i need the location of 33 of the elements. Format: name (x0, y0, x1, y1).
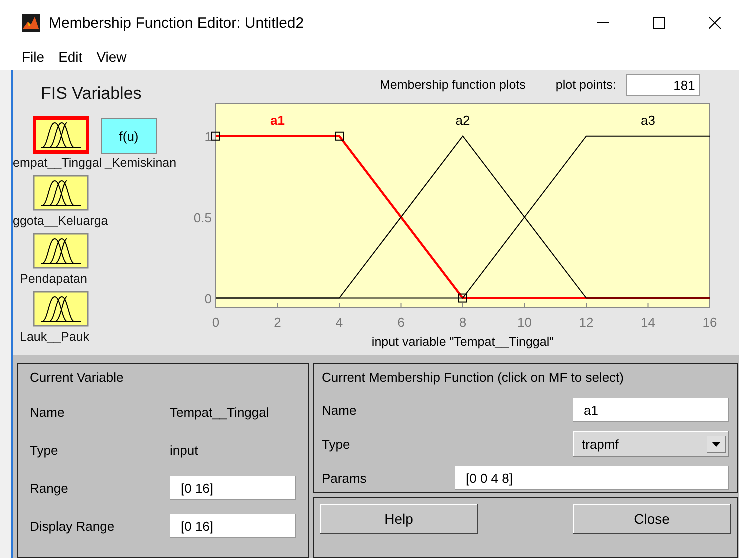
y-tick-label: 0.5 (194, 210, 212, 226)
variable-label: Pendapatan (20, 271, 88, 288)
variable-type: input (170, 442, 198, 458)
x-tick-label: 12 (579, 315, 594, 330)
window-title: Membership Function Editor: Untitled2 (49, 14, 304, 32)
plot-points-label: plot points: (556, 78, 616, 92)
x-tick-label: 8 (459, 315, 467, 330)
x-tick-label: 2 (274, 315, 282, 330)
variable-label: ggota__Keluarga (13, 213, 108, 230)
panel-title: Current Variable (30, 370, 125, 385)
field-label: Params (322, 470, 368, 486)
variable-label: empat__Tinggal (13, 155, 102, 172)
x-axis-label: input variable "Tempat__Tinggal" (372, 335, 554, 349)
field-label: Type (30, 442, 60, 458)
panel-title: Current Membership Function (click on MF to select) (322, 370, 625, 385)
fis-variables-title: FIS Variables (41, 84, 143, 104)
x-tick-label: 6 (398, 315, 405, 330)
y-tick-label: 0 (204, 291, 212, 306)
x-tick-label: 4 (336, 315, 344, 330)
x-tick-label: 14 (641, 315, 656, 330)
plot-title: Membership function plots (380, 78, 526, 92)
variable-label: _Kemiskinan (105, 155, 177, 172)
variable-label: Lauk__Pauk (20, 329, 90, 346)
y-tick-label: 1 (204, 129, 212, 144)
field-label: Range (30, 480, 70, 496)
field-label: Name (30, 404, 66, 420)
x-tick-label: 16 (702, 315, 718, 330)
field-label: Name (322, 402, 358, 418)
x-tick-label: 0 (212, 315, 220, 330)
field-label: Display Range (30, 518, 116, 534)
variable-name: Tempat__Tinggal (170, 404, 270, 420)
field-label: Type (322, 436, 352, 452)
x-tick-label: 10 (518, 315, 532, 330)
